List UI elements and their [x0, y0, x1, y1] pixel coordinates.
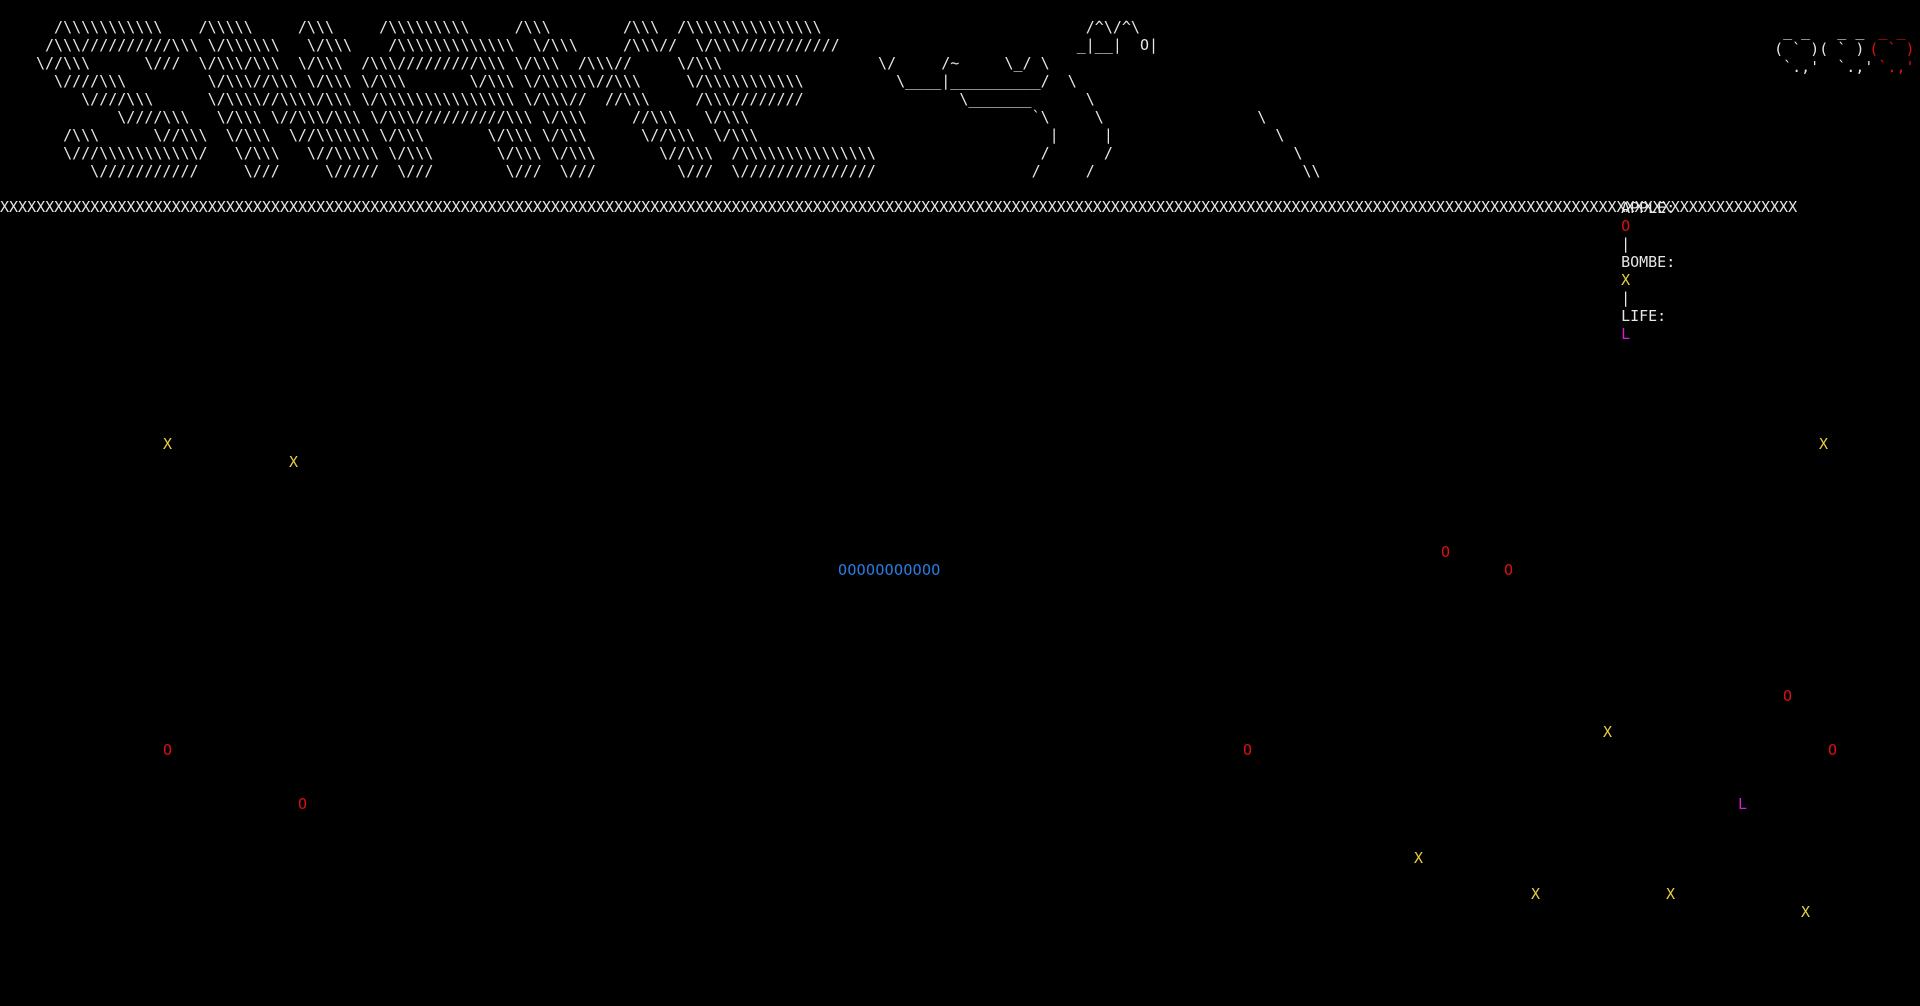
bomb-item: X [1801, 903, 1811, 921]
apple-item: O [1828, 741, 1838, 759]
apple-item: O [1243, 741, 1253, 759]
heart-icon-current: _ _ ( ` ) `.,' [1869, 22, 1915, 76]
bomb-item: X [1819, 435, 1829, 453]
apple-item: O [163, 741, 173, 759]
bomb-item: X [1531, 885, 1541, 903]
game-title-ascii-logo: /\\\\\\\\\\\ /\\\\\ /\\\ /\\\\\\\\\ /\\\… [36, 18, 876, 180]
bomb-item: X [1414, 849, 1424, 867]
helicopter-ascii-art: /^\/^\ _|__| O| \/ /~ \_/ \ \____|______… [878, 18, 1321, 180]
playfield: X X X O O O X O O O L O X X X X OOOOOOOO… [0, 212, 1920, 1006]
bomb-item: X [1666, 885, 1676, 903]
bomb-item: X [163, 435, 173, 453]
apple-item: O [1783, 687, 1793, 705]
life-item: L [1738, 795, 1748, 813]
apple-item: O [1504, 561, 1514, 579]
bomb-item: X [289, 453, 299, 471]
apple-item: O [298, 795, 308, 813]
bomb-item: X [1603, 723, 1613, 741]
heart-icon-full: _ _ _ _ ( ` )( ` ) `.,' `.,' [1774, 22, 1874, 76]
snake-player: OOOOOOOOOOO [838, 561, 941, 579]
apple-item: O [1441, 543, 1451, 561]
lives-hearts: _ _ _ _ ( ` )( ` ) `.,' `.,' _ _ ( ` ) `… [1756, 6, 1915, 76]
